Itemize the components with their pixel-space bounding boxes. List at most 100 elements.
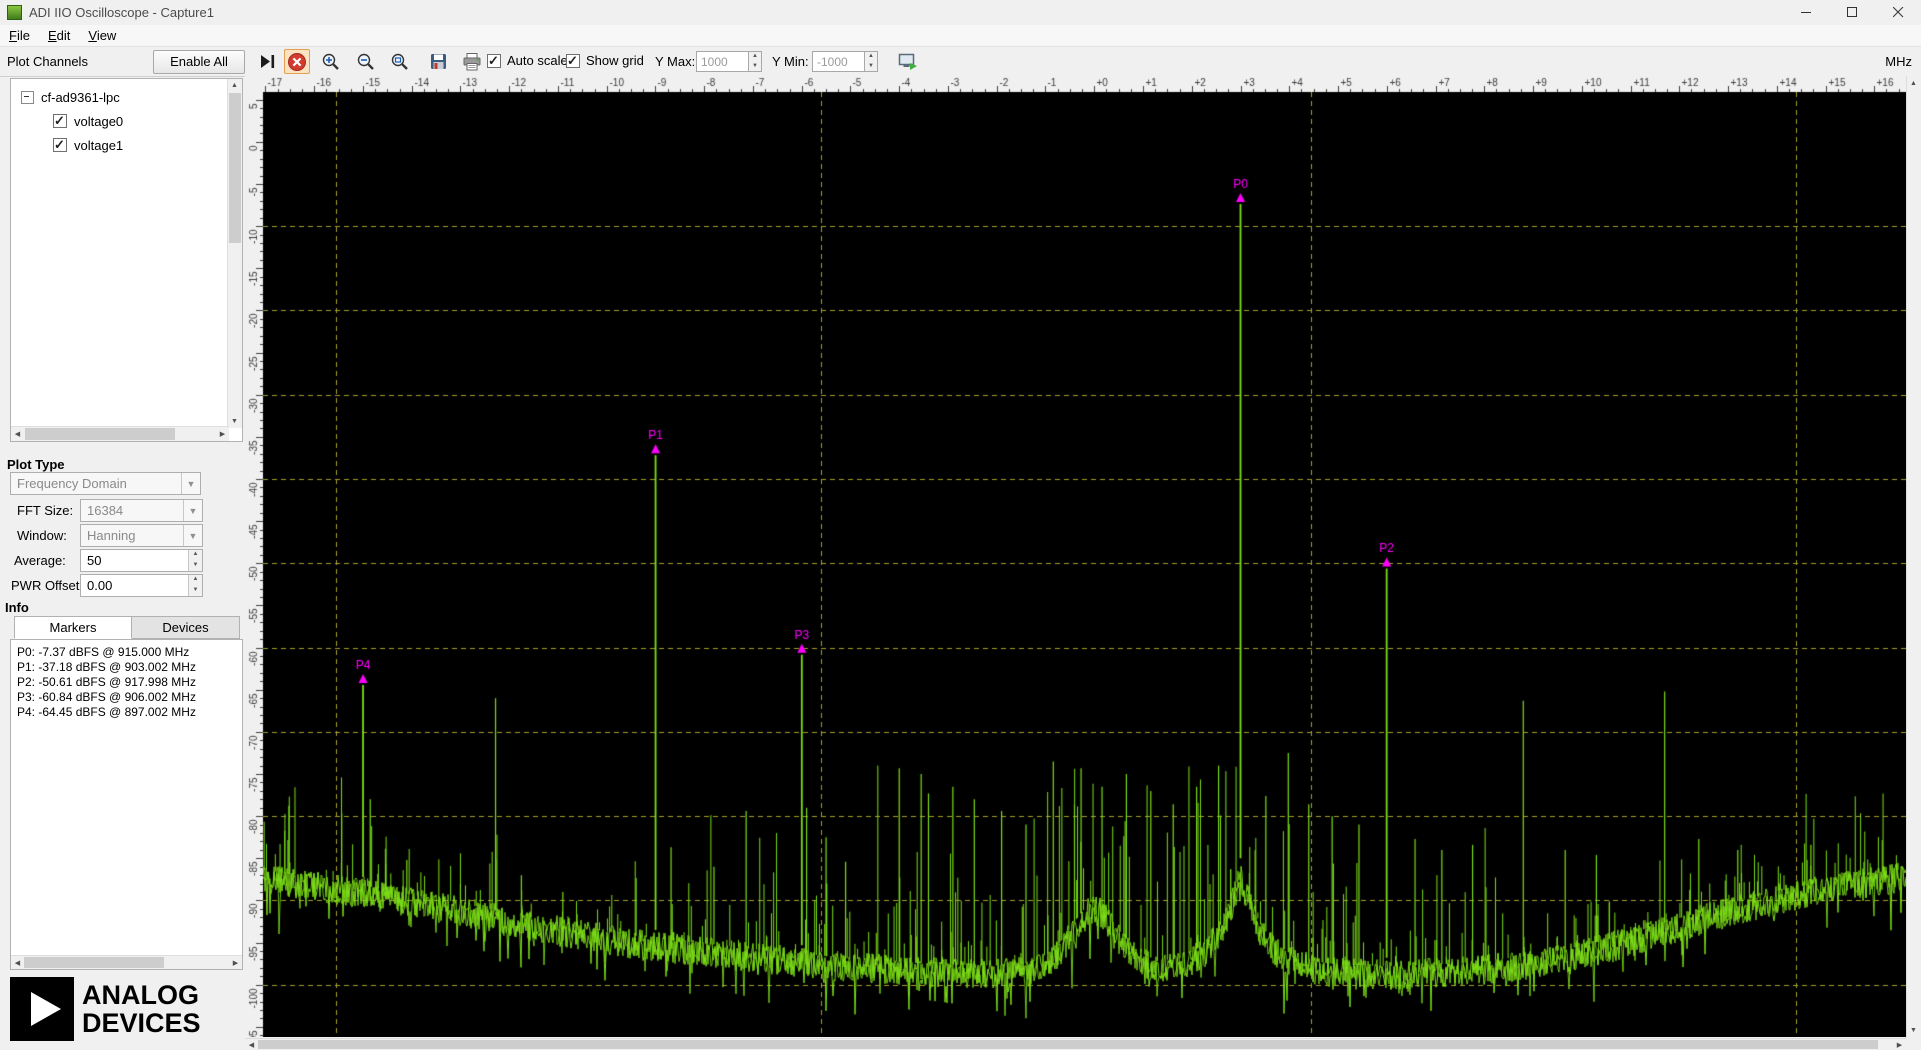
menu-edit-accel: E [48,28,57,43]
tree-vertical-scrollbar[interactable]: ▲ ▼ [227,79,242,428]
marker-entry[interactable]: P3: -60.84 dBFS @ 906.002 MHz [17,690,242,705]
zoom-in-icon [321,52,341,72]
fft-size-select[interactable]: 16384 ▼ [80,499,203,522]
app-icon [7,5,22,20]
menu-file-rest: ile [17,28,30,43]
analog-devices-logo: ANALOG DEVICES [10,977,201,1041]
marker-entry[interactable]: P2: -50.61 dBFS @ 917.998 MHz [17,675,242,690]
unit-label: MHz [1885,54,1912,69]
window-label: Window: [17,528,67,543]
window-title: ADI IIO Oscilloscope - Capture1 [29,5,214,20]
plot-type-value: Frequency Domain [11,476,181,491]
window-value: Hanning [81,528,183,543]
fft-plot-canvas[interactable] [245,76,1906,1037]
menu-edit-rest: dit [57,28,71,43]
marker-entry[interactable]: P1: -37.18 dBFS @ 903.002 MHz [17,660,242,675]
enable-all-button[interactable]: Enable All [153,50,245,74]
titlebar: ADI IIO Oscilloscope - Capture1 [0,0,1921,25]
minimize-icon [1801,7,1812,18]
markers-horizontal-scrollbar[interactable]: ◀ ▶ [11,955,242,969]
auto-scale-toggle[interactable]: Auto scale [487,53,568,68]
chevron-down-icon: ▼ [181,473,200,494]
voltage0-label: voltage0 [74,114,123,129]
menu-view-rest: iew [97,28,117,43]
menu-file[interactable]: File [0,27,39,44]
y-min-input[interactable] [812,51,864,72]
maximize-button[interactable] [1829,0,1875,25]
zoom-in-button[interactable] [318,49,344,74]
close-button[interactable] [1875,0,1921,25]
info-tabs: Markers Devices [14,616,240,639]
new-plot-button[interactable] [895,49,921,74]
app-window: { "window": { "title": "ADI IIO Oscillos… [0,0,1921,1050]
tree-horizontal-scrollbar[interactable]: ◀ ▶ [11,426,229,441]
tab-markers[interactable]: Markers [14,616,132,639]
auto-scale-label: Auto scale [507,53,568,68]
voltage0-checkbox[interactable] [53,114,67,128]
plot-channels-label: Plot Channels [7,54,88,69]
plot-vertical-scrollbar[interactable]: ▲ ▼ [1906,76,1921,1038]
stop-capture-button[interactable] [284,49,310,74]
zoom-out-icon [356,52,376,72]
fft-size-value: 16384 [81,503,183,518]
minimize-button[interactable] [1783,0,1829,25]
menu-file-accel: F [9,28,17,43]
average-value: 50 [81,550,188,571]
tree-expander-icon[interactable] [21,91,34,104]
auto-scale-checkbox[interactable] [487,54,501,68]
pwr-offset-label: PWR Offset: [11,578,83,593]
tree-channel-row[interactable]: voltage0 [11,109,242,133]
menubar: File Edit View [0,25,1921,47]
show-grid-checkbox[interactable] [566,54,580,68]
tree-channel-row[interactable]: voltage1 [11,133,242,157]
close-icon [1893,7,1904,18]
zoom-fit-button[interactable] [387,49,413,74]
tab-devices[interactable]: Devices [132,616,240,639]
voltage1-checkbox[interactable] [53,138,67,152]
marker-entry[interactable]: P0: -7.37 dBFS @ 915.000 MHz [17,645,242,660]
average-spinner[interactable]: ▲▼ [188,550,202,571]
zoom-fit-icon [390,52,410,72]
markers-list: P0: -7.37 dBFS @ 915.000 MHz P1: -37.18 … [10,639,243,970]
voltage1-label: voltage1 [74,138,123,153]
plot-type-select[interactable]: Frequency Domain ▼ [10,472,201,495]
tree-device-label: cf-ad9361-lpc [41,90,120,105]
y-min-group: ▲▼ [812,51,878,72]
pwr-offset-value: 0.00 [81,575,188,596]
chevron-down-icon: ▼ [183,500,202,521]
chevron-down-icon: ▼ [183,525,202,546]
toolbar: Plot Channels Enable All [0,47,1921,77]
logo-line2: DEVICES [82,1009,201,1037]
y-min-label: Y Min: [772,54,809,69]
capture-play-button[interactable] [254,49,280,74]
y-max-input[interactable] [696,51,748,72]
menu-view[interactable]: View [79,27,125,44]
save-plot-button[interactable] [425,49,451,74]
marker-entry[interactable]: P4: -64.45 dBFS @ 897.002 MHz [17,705,242,720]
new-plot-icon [898,53,918,71]
pwr-offset-spinbox[interactable]: 0.00 ▲▼ [80,574,203,597]
show-grid-toggle[interactable]: Show grid [566,53,644,68]
printer-icon [462,52,482,72]
average-label: Average: [14,553,66,568]
window-select[interactable]: Hanning ▼ [80,524,203,547]
tree-device-row[interactable]: cf-ad9361-lpc [11,79,242,109]
maximize-icon [1847,7,1858,18]
plot-horizontal-scrollbar[interactable]: ◀ ▶ [245,1038,1906,1050]
show-grid-label: Show grid [586,53,644,68]
menu-view-accel: V [88,28,96,43]
zoom-out-button[interactable] [353,49,379,74]
y-max-spinner[interactable]: ▲▼ [748,51,762,72]
menu-edit[interactable]: Edit [39,27,79,44]
plot-channels-tree: cf-ad9361-lpc voltage0 voltage1 ▲ ▼ ◀ ▶ [10,78,243,442]
save-icon [429,52,448,71]
adi-logo-icon [10,977,74,1041]
info-section-label: Info [5,600,29,615]
plot-type-section-label: Plot Type [7,457,65,472]
print-button[interactable] [459,49,485,74]
stop-icon [287,52,307,72]
average-spinbox[interactable]: 50 ▲▼ [80,549,203,572]
pwr-offset-spinner[interactable]: ▲▼ [188,575,202,596]
y-min-spinner[interactable]: ▲▼ [864,51,878,72]
play-step-icon [258,52,277,71]
